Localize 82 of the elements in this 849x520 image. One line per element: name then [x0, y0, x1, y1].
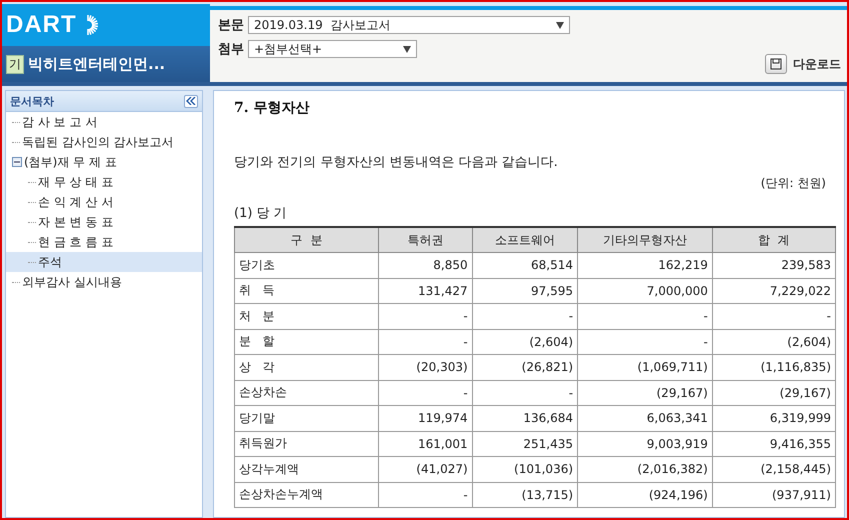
download-button[interactable]: 다운로드 — [793, 56, 841, 72]
table-cell: - — [378, 329, 472, 354]
table-cell: (29,167) — [712, 380, 836, 406]
tree-item[interactable]: 주석 — [6, 252, 202, 272]
table-cell: (1,116,835) — [712, 354, 836, 380]
table-cell: 취 득 — [234, 278, 379, 304]
company-name: 빅히트엔터테인먼... — [28, 54, 166, 74]
section-title: 7. 무형자산 — [234, 99, 310, 117]
table-cell: (924,196) — [578, 482, 712, 508]
table-cell: (937,911) — [712, 482, 836, 508]
table-cell: - — [378, 482, 472, 508]
table-cell: (1,069,711) — [578, 354, 712, 380]
table-cell: 상 각 — [234, 354, 379, 380]
document-select[interactable]: 2019.03.19 감사보고서 — [248, 16, 570, 34]
table-cell: 취득원가 — [234, 431, 379, 456]
floppy-icon[interactable] — [765, 54, 787, 74]
column-header: 기타의무형자산 — [578, 227, 712, 252]
table-cell: 119,974 — [378, 406, 472, 431]
table-cell: 9,003,919 — [578, 431, 712, 456]
table-cell: - — [472, 304, 578, 329]
table-cell: - — [472, 380, 578, 406]
table-cell: 당기초 — [234, 252, 379, 278]
table-cell: 9,416,355 — [712, 431, 836, 456]
table-cell: 8,850 — [378, 252, 472, 278]
table-cell: 6,063,341 — [578, 406, 712, 431]
collapse-icon[interactable] — [12, 157, 22, 167]
tree-item[interactable]: 감 사 보 고 서 — [6, 112, 202, 132]
table-cell: 손상차손누계액 — [234, 482, 379, 508]
table-cell: 분 할 — [234, 329, 379, 354]
tree-item[interactable]: 독립된 감사인의 감사보고서 — [6, 132, 202, 152]
subsection-title: (1) 당 기 — [234, 205, 288, 222]
table-cell: - — [378, 380, 472, 406]
table-cell: 97,595 — [472, 278, 578, 304]
company-badge: 기 — [6, 54, 24, 74]
table-cell: 상각누계액 — [234, 456, 379, 482]
tree-item[interactable]: 손 익 계 산 서 — [6, 192, 202, 212]
table-cell: (26,821) — [472, 354, 578, 380]
table-cell: (101,036) — [472, 456, 578, 482]
field-label: 첨부 — [218, 41, 244, 58]
table-cell: (2,158,445) — [712, 456, 836, 482]
unit-note: (단위: 천원) — [760, 175, 826, 192]
table-cell: - — [712, 304, 836, 329]
table-cell: 251,435 — [472, 431, 578, 456]
logo: DART — [6, 11, 99, 39]
table-cell: (41,027) — [378, 456, 472, 482]
table-cell: 68,514 — [472, 252, 578, 278]
table-cell: - — [578, 304, 712, 329]
table-cell: 239,583 — [712, 252, 836, 278]
table-cell: 손상차손 — [234, 380, 379, 406]
table-cell: 131,427 — [378, 278, 472, 304]
table-cell: 136,684 — [472, 406, 578, 431]
column-header: 소프트웨어 — [472, 227, 578, 252]
table-cell: 7,229,022 — [712, 278, 836, 304]
sidebar-title: 문서목차 — [10, 94, 54, 108]
column-header: 특허권 — [378, 227, 472, 252]
table-cell: 161,001 — [378, 431, 472, 456]
table-cell: (13,715) — [472, 482, 578, 508]
table-cell: 6,319,999 — [712, 406, 836, 431]
caret-icon — [556, 22, 564, 28]
table-cell: (2,604) — [472, 329, 578, 354]
table-cell: 162,219 — [578, 252, 712, 278]
field-label: 본문 — [218, 17, 244, 34]
tree-item[interactable]: 재 무 상 태 표 — [6, 172, 202, 192]
table-cell: (29,167) — [578, 380, 712, 406]
caret-icon — [403, 46, 411, 52]
collapse-button[interactable] — [184, 94, 198, 108]
tree-item[interactable]: 현 금 흐 름 표 — [6, 232, 202, 252]
intro-text: 당기와 전기의 무형자산의 변동내역은 다음과 같습니다. — [234, 154, 559, 171]
table-cell: - — [578, 329, 712, 354]
table-cell: (2,604) — [712, 329, 836, 354]
table-cell: - — [378, 304, 472, 329]
column-header: 합 계 — [712, 227, 836, 252]
tree-item[interactable]: 자 본 변 동 표 — [6, 212, 202, 232]
table-cell: 당기말 — [234, 406, 379, 431]
tree-item[interactable]: (첨부)재 무 제 표 — [6, 152, 202, 172]
tree-item[interactable]: 외부감사 실시내용 — [6, 272, 202, 292]
column-header: 구 분 — [234, 227, 379, 252]
table-cell: 처 분 — [234, 304, 379, 329]
table-cell: (2,016,382) — [578, 456, 712, 482]
table-cell: (20,303) — [378, 354, 472, 380]
attachment-select[interactable]: +첨부선택+ — [248, 40, 417, 58]
table-cell: 7,000,000 — [578, 278, 712, 304]
